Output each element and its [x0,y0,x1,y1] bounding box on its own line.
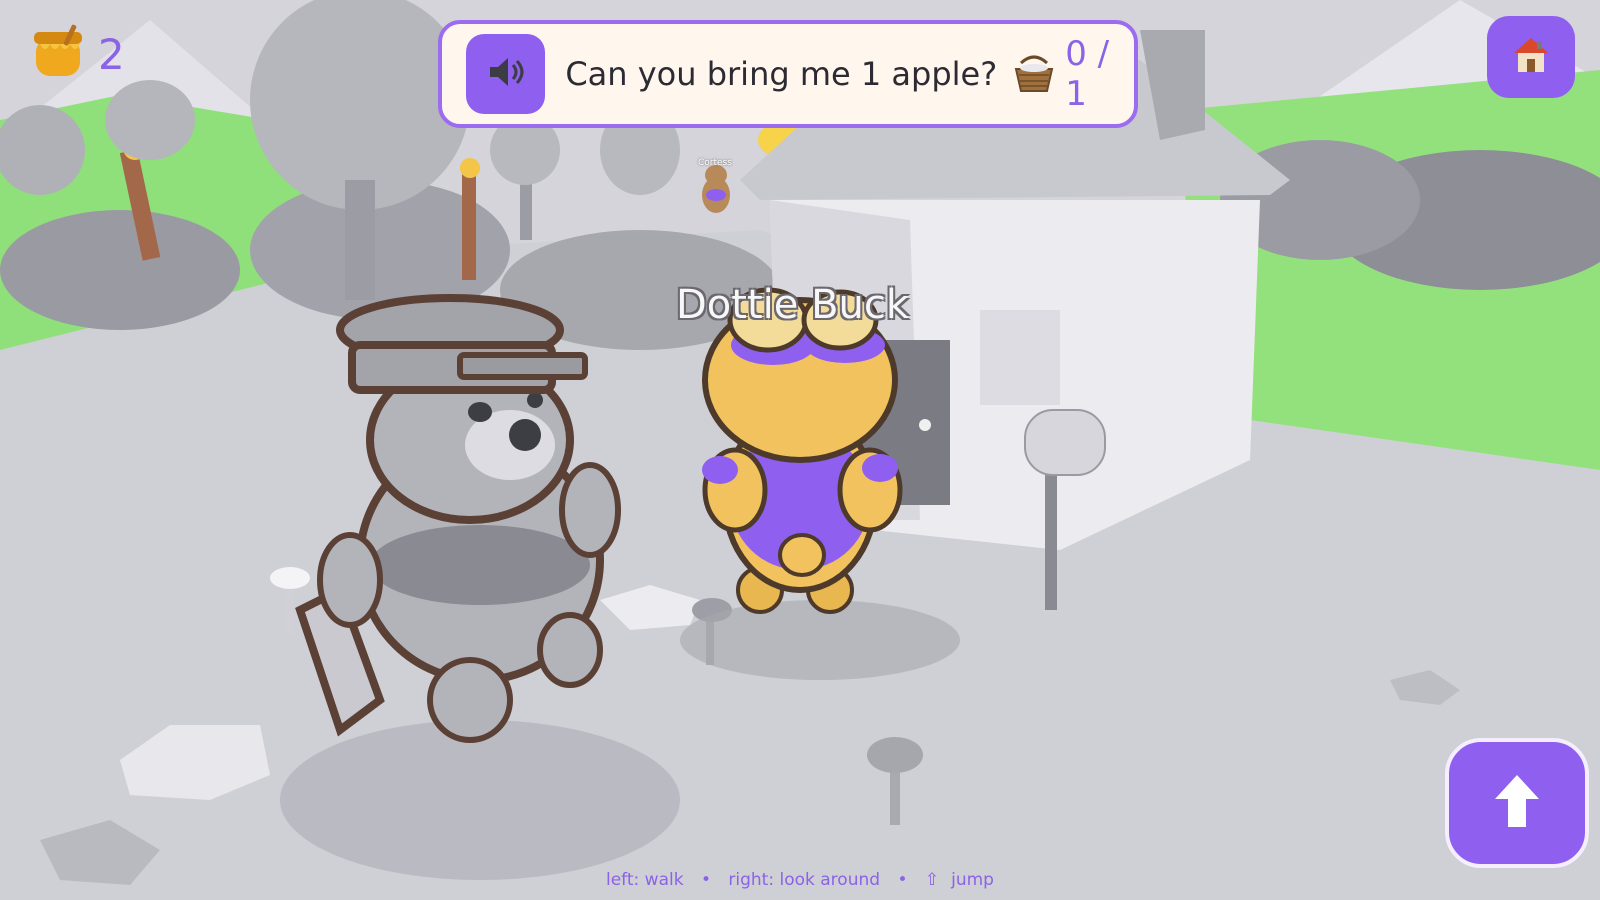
npc-name-label: Dottie Buck [676,282,910,328]
tree-trunk [520,180,532,240]
quest-progress: 0 / 1 [1065,34,1110,114]
hint-jump-arrow-icon: ⇧ [924,870,940,890]
mushroom-cap [270,567,310,589]
tree [105,80,195,160]
shadow [280,720,680,880]
game-scene [0,0,1600,900]
hint-look: right: look around [728,870,881,890]
speaker-icon [486,52,526,96]
door-knob [919,419,931,431]
mushroom-cap [867,737,923,773]
quest-banner: Can you bring me 1 apple? 0 / 1 [438,20,1138,128]
honey-pot-icon [30,24,86,84]
tree-trunk [462,170,476,280]
distant-npc [702,165,730,213]
home-icon [1511,35,1551,79]
up-arrow-icon [1493,773,1541,833]
distant-npc-name-label: Cortess [698,158,732,168]
house-window [980,310,1060,405]
hint-separator: • [897,870,908,890]
tree-top [460,158,480,178]
quest-text: Can you bring me 1 apple? [565,55,998,93]
mailbox [1024,409,1106,476]
controls-hint: left: walk • right: look around • ⇧ jump [0,870,1600,890]
honey-counter: 2 [30,24,125,84]
home-button[interactable] [1487,16,1575,98]
honey-count: 2 [98,29,125,79]
bush [0,210,240,330]
hint-walk: left: walk [606,870,684,890]
tree [250,0,470,210]
hint-separator: • [700,870,711,890]
shadow [680,600,960,680]
tree-trunk [345,180,375,300]
hint-jump: jump [951,870,994,890]
mailbox-post [1045,470,1057,610]
apple-basket-icon [1013,55,1055,93]
speaker-button[interactable] [466,34,546,114]
jump-button[interactable] [1445,738,1589,868]
